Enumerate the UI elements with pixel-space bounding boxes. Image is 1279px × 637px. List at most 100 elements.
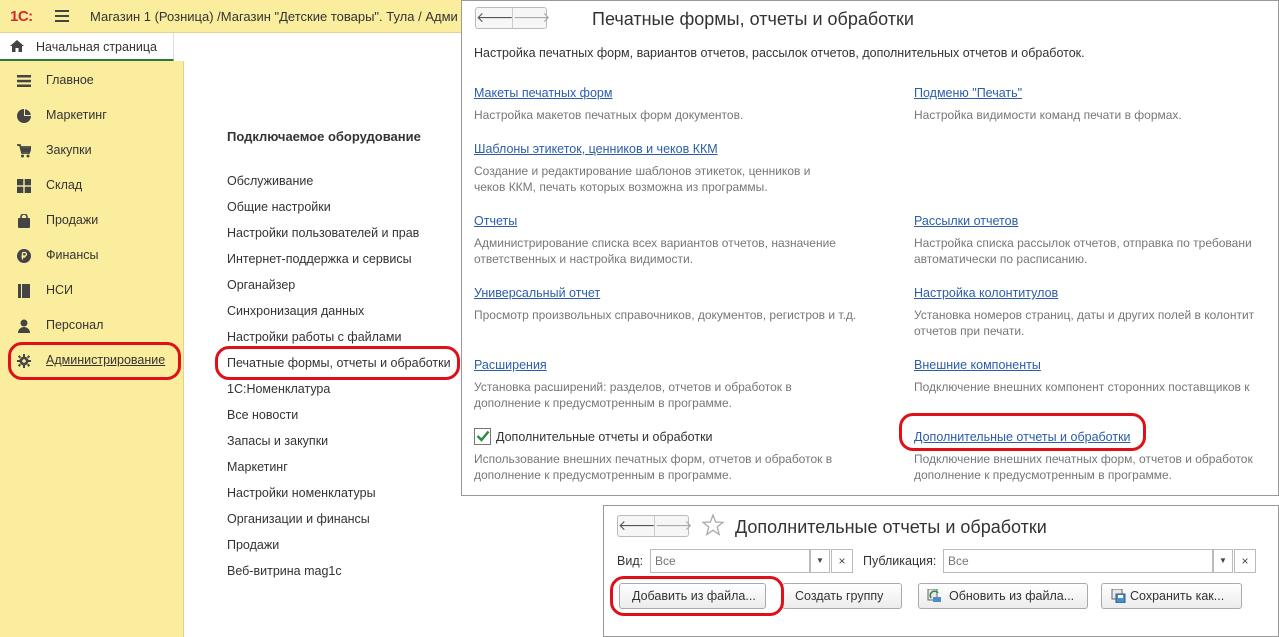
- sidebar-item-sales[interactable]: Продажи: [0, 206, 184, 236]
- sidebar-item-main[interactable]: Главное: [0, 66, 184, 96]
- link-headers-footers[interactable]: Настройка колонтитулов: [914, 286, 1058, 300]
- menu-lines-icon: [17, 75, 31, 87]
- print-forms-window: 🡐 🡒 Печатные формы, отчеты и обработки Н…: [461, 0, 1279, 496]
- note-headers-footers: Установка номеров страниц, даты и других…: [914, 308, 1255, 338]
- note-external-components: Подключение внешних компонент сторонних …: [914, 380, 1250, 394]
- create-group-button[interactable]: Создать группу: [782, 583, 902, 609]
- link-report-mailings[interactable]: Рассылки отчетов: [914, 214, 1018, 228]
- link-reports[interactable]: Отчеты: [474, 214, 517, 228]
- section-heading: Подключаемое оборудование: [227, 129, 421, 144]
- forward-button[interactable]: 🡒: [654, 516, 693, 536]
- shopping-bag-icon: [18, 214, 30, 228]
- update-from-file-icon: [927, 589, 941, 602]
- kind-filter-input[interactable]: [650, 549, 810, 573]
- additional-reports-checkbox-label[interactable]: Дополнительные отчеты и обработки: [496, 430, 713, 444]
- home-icon: [10, 40, 24, 52]
- tab-home-page[interactable]: Начальная страница: [0, 33, 174, 61]
- admin-link-data-sync[interactable]: Синхронизация данных: [227, 304, 364, 318]
- kind-filter-dropdown-button[interactable]: ▼: [810, 549, 830, 573]
- save-as-icon: [1111, 589, 1126, 603]
- app-logo[interactable]: 1С:: [10, 8, 33, 25]
- sidebar-item-label: Главное: [46, 73, 94, 87]
- save-as-button[interactable]: Сохранить как...: [1101, 583, 1242, 609]
- sidebar-item-label: Финансы: [46, 248, 99, 262]
- sidebar-item-purchases[interactable]: Закупки: [0, 136, 184, 166]
- sidebar-item-label: НСИ: [46, 283, 74, 297]
- admin-link-nomenclature-settings[interactable]: Настройки номенклатуры: [227, 486, 376, 500]
- add-from-file-button[interactable]: Добавить из файла...: [619, 583, 766, 609]
- note-additional-reports-checkbox: Использование внешних печатных форм, отч…: [474, 452, 833, 482]
- sidebar-item-label: Закупки: [46, 143, 92, 157]
- window-title: Дополнительные отчеты и обработки: [735, 517, 1047, 537]
- admin-link-organizations-finance[interactable]: Организации и финансы: [227, 512, 370, 526]
- link-universal-report[interactable]: Универсальный отчет: [474, 286, 600, 300]
- link-label-templates[interactable]: Шаблоны этикеток, ценников и чеков ККМ: [474, 142, 718, 156]
- admin-link-sales[interactable]: Продажи: [227, 538, 279, 552]
- note-additional-reports: Подключение внешних печатных форм, отчет…: [914, 452, 1253, 482]
- link-additional-reports[interactable]: Дополнительные отчеты и обработки: [914, 430, 1131, 444]
- sidebar-item-personnel[interactable]: Персонал: [0, 311, 184, 341]
- kind-filter-clear-button[interactable]: ×: [831, 549, 853, 573]
- sidebar-item-finance[interactable]: Финансы: [0, 241, 184, 271]
- admin-link-maintenance[interactable]: Обслуживание: [227, 174, 313, 188]
- window-title: Печатные формы, отчеты и обработки: [592, 9, 914, 29]
- note-report-mailings: Настройка списка рассылок отчетов, отпра…: [914, 236, 1252, 266]
- additional-reports-checkbox[interactable]: [474, 428, 491, 445]
- back-button[interactable]: 🡐: [476, 8, 514, 28]
- sidebar-item-label: Склад: [46, 178, 83, 192]
- sidebar-item-label: Персонал: [46, 318, 104, 332]
- admin-link-file-settings[interactable]: Настройки работы с файлами: [227, 330, 401, 344]
- admin-link-web-showcase[interactable]: Веб-витрина mag1c: [227, 564, 342, 578]
- cart-icon: [17, 144, 31, 158]
- admin-link-nomenclature-1c[interactable]: 1С:Номенклатура: [227, 382, 330, 396]
- sidebar: Главное Маркетинг Закупки Склад Продажи …: [0, 61, 184, 637]
- admin-link-internet-support[interactable]: Интернет-поддержка и сервисы: [227, 252, 412, 266]
- window-title: Магазин 1 (Розница) /Магазин "Детские то…: [90, 9, 458, 24]
- pie-chart-icon: [17, 109, 31, 123]
- nav-buttons: 🡐 🡒: [475, 7, 551, 29]
- sidebar-item-administration[interactable]: Администрирование: [0, 346, 184, 376]
- link-print-submenu[interactable]: Подменю "Печать": [914, 86, 1022, 100]
- book-icon: [18, 284, 30, 298]
- note-print-form-layouts: Настройка макетов печатных форм документ…: [474, 108, 744, 122]
- tab-home-page-label: Начальная страница: [36, 40, 157, 54]
- note-print-submenu: Настройка видимости команд печати в форм…: [914, 108, 1182, 122]
- gear-icon: [17, 354, 31, 368]
- admin-link-print-forms[interactable]: Печатные формы, отчеты и обработки: [227, 356, 451, 370]
- window-description: Настройка печатных форм, вариантов отчет…: [474, 46, 1085, 60]
- admin-link-users-rights[interactable]: Настройки пользователей и прав: [227, 226, 419, 240]
- sidebar-item-marketing[interactable]: Маркетинг: [0, 101, 184, 131]
- forward-button[interactable]: 🡒: [512, 8, 551, 28]
- person-icon: [18, 319, 30, 333]
- checkmark-icon: [476, 430, 490, 442]
- hamburger-menu-icon[interactable]: [55, 10, 69, 22]
- note-extensions: Установка расширений: разделов, отчетов …: [474, 380, 792, 410]
- admin-link-stock-purchases[interactable]: Запасы и закупки: [227, 434, 328, 448]
- publication-filter-clear-button[interactable]: ×: [1234, 549, 1256, 573]
- warehouse-grid-icon: [17, 179, 31, 193]
- nav-buttons: 🡐 🡒: [617, 515, 693, 537]
- update-from-file-button[interactable]: Обновить из файла...: [918, 583, 1088, 609]
- link-external-components[interactable]: Внешние компоненты: [914, 358, 1041, 372]
- admin-link-marketing[interactable]: Маркетинг: [227, 460, 288, 474]
- publication-filter-input[interactable]: [943, 549, 1213, 573]
- back-button[interactable]: 🡐: [618, 516, 656, 536]
- link-extensions[interactable]: Расширения: [474, 358, 547, 372]
- admin-link-organizer[interactable]: Органайзер: [227, 278, 295, 292]
- favorite-star-icon[interactable]: [702, 514, 724, 536]
- kind-filter-label: Вид:: [617, 554, 644, 568]
- publication-filter-dropdown-button[interactable]: ▼: [1213, 549, 1233, 573]
- additional-reports-window: 🡐 🡒 Дополнительные отчеты и обработки Ви…: [603, 505, 1279, 637]
- sidebar-item-label: Маркетинг: [46, 108, 107, 122]
- sidebar-item-label: Продажи: [46, 213, 99, 227]
- link-print-form-layouts[interactable]: Макеты печатных форм: [474, 86, 612, 100]
- note-reports: Администрирование списка всех вариантов …: [474, 236, 836, 266]
- sidebar-item-nsi[interactable]: НСИ: [0, 276, 184, 306]
- admin-link-all-news[interactable]: Все новости: [227, 408, 298, 422]
- sidebar-item-label: Администрирование: [46, 353, 166, 367]
- note-label-templates: Создание и редактирование шаблонов этике…: [474, 164, 811, 194]
- admin-link-general-settings[interactable]: Общие настройки: [227, 200, 331, 214]
- note-universal-report: Просмотр произвольных справочников, доку…: [474, 308, 857, 322]
- publication-filter-label: Публикация:: [863, 554, 937, 568]
- sidebar-item-warehouse[interactable]: Склад: [0, 171, 184, 201]
